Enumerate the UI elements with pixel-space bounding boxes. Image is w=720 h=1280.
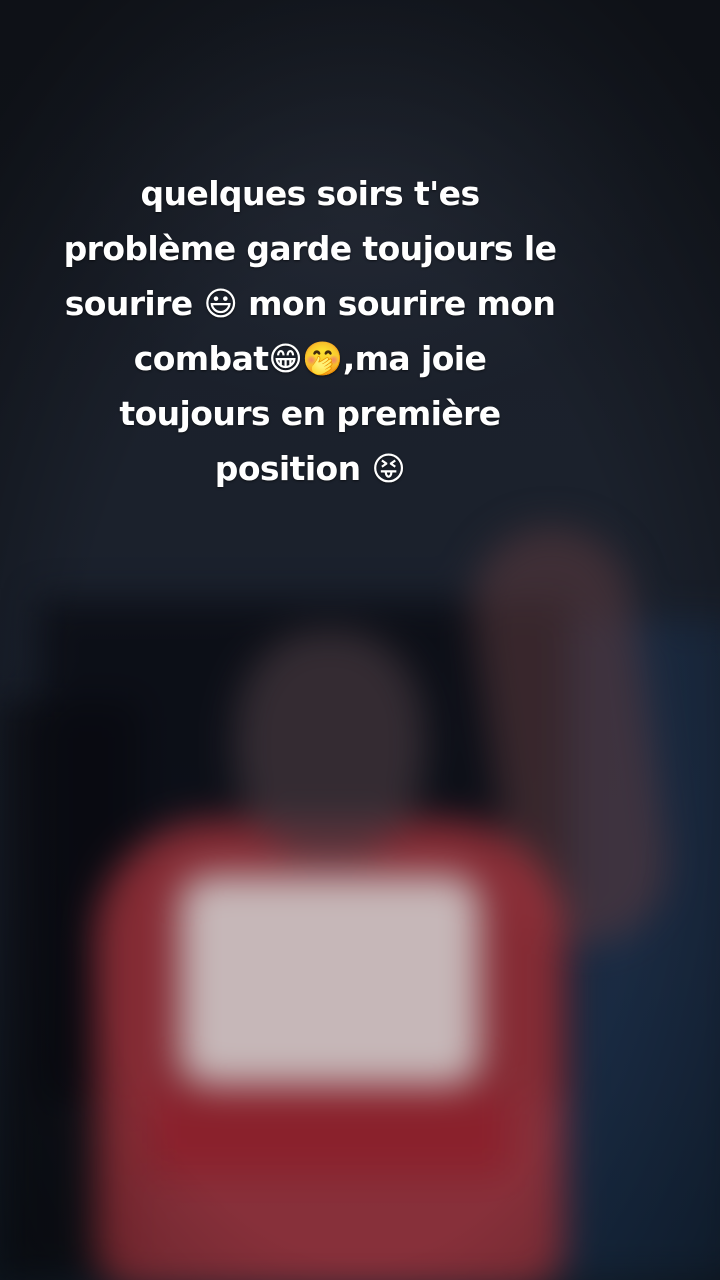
caption-line-6: position 😝: [214, 449, 406, 488]
caption-line-2: problème garde toujours le: [63, 229, 557, 268]
caption-line-5: toujours en première: [119, 394, 501, 433]
caption-line-4: combat😁🤭,ma joie: [133, 339, 487, 378]
caption-line-1: quelques soirs t'es: [140, 174, 481, 213]
caption-line-3: sourire 😃 mon sourire mon: [64, 284, 556, 323]
video-frame[interactable]: quelques soirs t'es problème garde toujo…: [0, 0, 720, 1280]
video-caption: quelques soirs t'es problème garde toujo…: [60, 166, 560, 496]
